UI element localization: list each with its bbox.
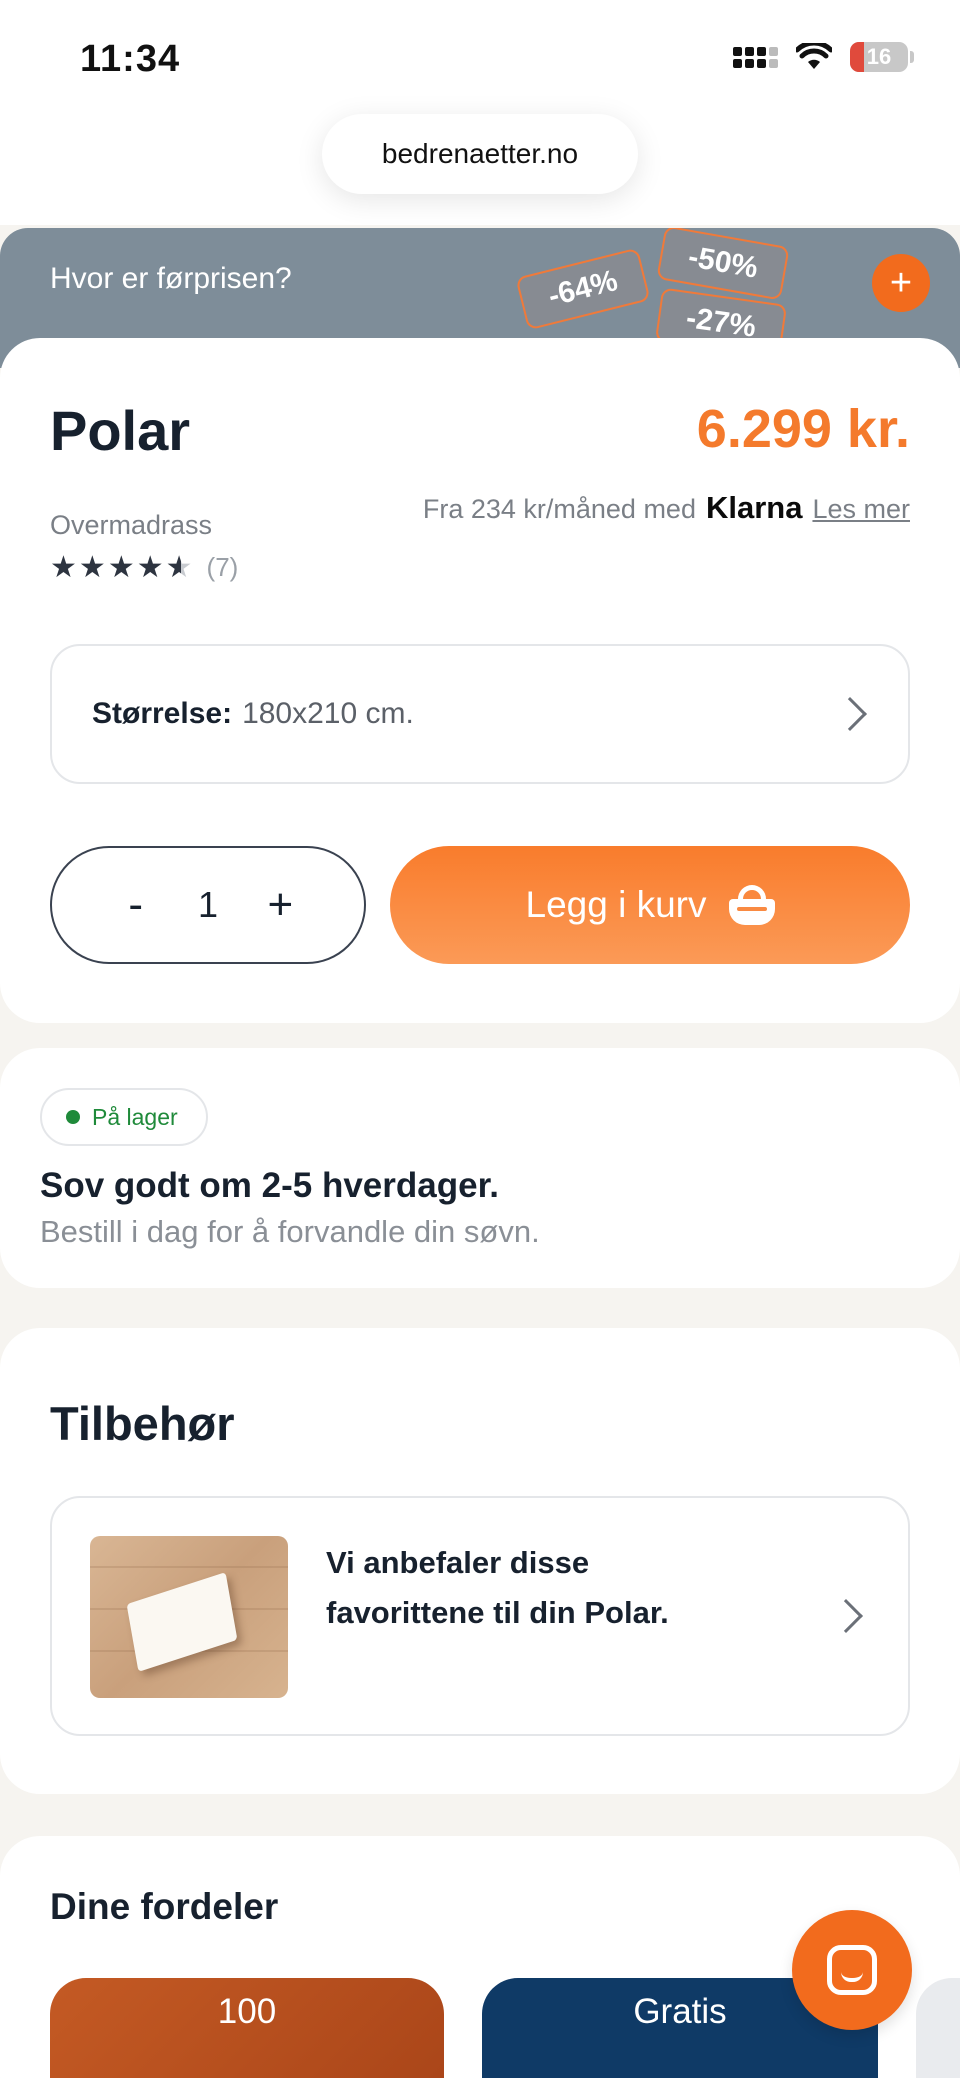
accessories-title: Tilbehør (50, 1397, 235, 1450)
status-time: 11:34 (80, 38, 181, 80)
increase-quantity-button[interactable]: + (255, 880, 305, 930)
add-to-cart-button[interactable]: Legg i kurv (390, 846, 910, 964)
star-icon: ★ (136, 551, 164, 584)
status-dot-icon (66, 1110, 80, 1124)
chevron-right-icon (829, 1599, 863, 1633)
quantity-value: 1 (197, 884, 218, 925)
star-icon: ★ (107, 551, 135, 584)
size-selector[interactable]: Størrelse: 180x210 cm. (50, 644, 910, 784)
product-card: Polar 6.299 kr. Fra 234 kr/måned med Kla… (0, 338, 960, 1023)
battery-icon: 16 (850, 42, 908, 72)
discount-tag: -64% (515, 247, 651, 331)
rating-stars[interactable]: ★ ★ ★ ★ ★ (7) (50, 550, 238, 585)
status-bar: 11:34 16 (0, 0, 960, 120)
stock-card: På lager Sov godt om 2-5 hverdager. Best… (0, 1048, 960, 1288)
in-stock-badge: På lager (40, 1088, 208, 1146)
signal-icon (733, 46, 778, 68)
product-thumbnail (90, 1536, 288, 1698)
benefit-tile[interactable] (916, 1978, 960, 2078)
quantity-stepper: - 1 + (50, 846, 366, 964)
size-value: 180x210 cm. (242, 697, 414, 730)
recommendation-text: Vi anbefaler disse favorittene til din P… (326, 1545, 669, 1630)
decrease-quantity-button[interactable]: - (111, 880, 161, 930)
status-icons: 16 (733, 42, 914, 72)
accessories-card: Tilbehør Vi anbefaler disse favorittene … (0, 1328, 960, 1794)
add-to-cart-label: Legg i kurv (525, 884, 707, 925)
benefits-title: Dine fordeler (50, 1886, 279, 1927)
accessories-recommendation[interactable]: Vi anbefaler disse favorittene til din P… (50, 1496, 910, 1736)
battery-level: 16 (866, 44, 892, 69)
star-icon: ★ (78, 551, 106, 584)
klarna-logo: Klarna (705, 490, 803, 525)
basket-icon (728, 885, 775, 925)
review-count: (7) (206, 552, 239, 582)
in-stock-label: På lager (92, 1103, 178, 1130)
product-type: Overmadrass (50, 510, 213, 540)
benefit-tile[interactable]: 100 (50, 1978, 444, 2078)
half-star-icon: ★ (165, 551, 193, 584)
url-pill[interactable]: bedrenaetter.no (322, 114, 638, 194)
product-price: 6.299 kr. (696, 399, 910, 459)
star-icon: ★ (50, 551, 77, 584)
browser-url-area: bedrenaetter.no (0, 110, 960, 225)
promo-text: Hvor er førprisen? (50, 262, 292, 295)
battery-tip (910, 51, 914, 63)
chevron-right-icon (833, 697, 867, 731)
chat-button[interactable] (792, 1910, 912, 2030)
financing-text: Fra 234 kr/måned med (422, 494, 696, 524)
chat-icon (827, 1945, 877, 1995)
promo-expand-button[interactable]: + (872, 254, 930, 312)
wifi-icon (796, 43, 832, 69)
klarna-financing: Fra 234 kr/måned med Klarna Les mer (423, 490, 910, 526)
delivery-title: Sov godt om 2-5 hverdager. (40, 1166, 499, 1205)
product-name: Polar (50, 399, 191, 462)
read-more-link[interactable]: Les mer (812, 494, 910, 525)
size-label: Størrelse: (92, 697, 233, 730)
delivery-subtitle: Bestill i dag for å forvandle din søvn. (40, 1214, 540, 1249)
